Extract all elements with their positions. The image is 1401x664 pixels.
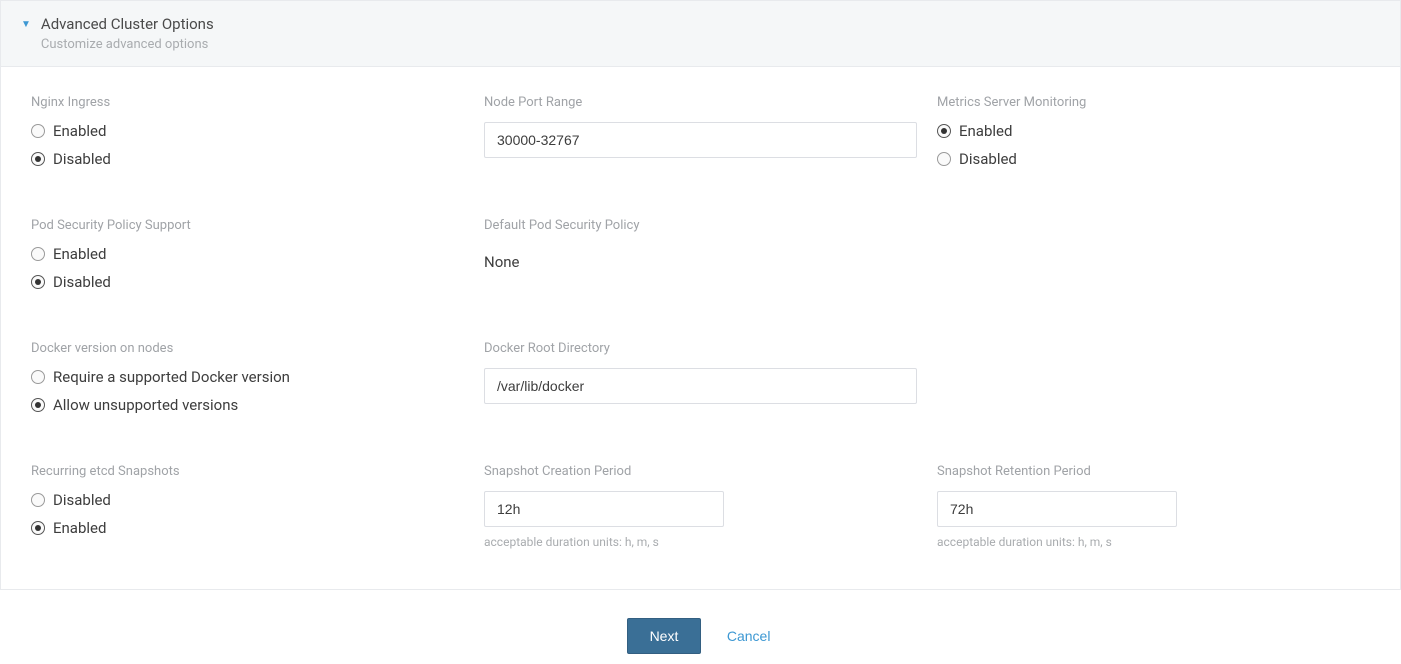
snapshot-retention-input[interactable] <box>937 491 1177 527</box>
metrics-server-enabled-radio[interactable]: Enabled <box>937 122 1370 140</box>
advanced-cluster-panel: ▼ Advanced Cluster Options Customize adv… <box>0 0 1401 590</box>
psp-enabled-radio[interactable]: Enabled <box>31 245 464 263</box>
radio-label: Enabled <box>53 519 106 537</box>
docker-require-radio[interactable]: Require a supported Docker version <box>31 368 464 386</box>
panel-subtitle: Customize advanced options <box>41 37 214 52</box>
psp-support-label: Pod Security Policy Support <box>31 218 464 233</box>
radio-icon <box>31 247 45 261</box>
footer-actions: Next Cancel <box>0 590 1401 664</box>
radio-icon <box>937 152 951 166</box>
node-port-range-input[interactable] <box>484 122 917 158</box>
next-button[interactable]: Next <box>627 618 702 654</box>
metrics-server-disabled-radio[interactable]: Disabled <box>937 150 1370 168</box>
radio-label: Enabled <box>53 245 106 263</box>
default-psp-select[interactable]: None <box>484 245 917 279</box>
radio-icon <box>31 521 45 535</box>
docker-version-field: Docker version on nodes Require a suppor… <box>31 341 464 424</box>
snapshot-creation-label: Snapshot Creation Period <box>484 464 917 479</box>
snapshot-creation-input[interactable] <box>484 491 724 527</box>
cancel-button[interactable]: Cancel <box>723 619 775 653</box>
snapshot-retention-field: Snapshot Retention Period acceptable dur… <box>937 464 1370 549</box>
radio-label: Disabled <box>53 150 111 168</box>
radio-label: Disabled <box>53 273 111 291</box>
etcd-snapshots-label: Recurring etcd Snapshots <box>31 464 464 479</box>
docker-allow-radio[interactable]: Allow unsupported versions <box>31 396 464 414</box>
radio-label: Enabled <box>959 122 1012 140</box>
nginx-ingress-label: Nginx Ingress <box>31 95 464 110</box>
nginx-ingress-field: Nginx Ingress Enabled Disabled <box>31 95 464 178</box>
etcd-disabled-radio[interactable]: Disabled <box>31 491 464 509</box>
snapshot-creation-field: Snapshot Creation Period acceptable dura… <box>484 464 917 549</box>
docker-root-input[interactable] <box>484 368 917 404</box>
radio-icon <box>31 398 45 412</box>
metrics-server-field: Metrics Server Monitoring Enabled Disabl… <box>937 95 1370 178</box>
psp-support-field: Pod Security Policy Support Enabled Disa… <box>31 218 464 301</box>
radio-label: Enabled <box>53 122 106 140</box>
node-port-range-label: Node Port Range <box>484 95 917 110</box>
radio-icon <box>31 493 45 507</box>
etcd-snapshots-field: Recurring etcd Snapshots Disabled Enable… <box>31 464 464 549</box>
snapshot-retention-hint: acceptable duration units: h, m, s <box>937 535 1370 549</box>
nginx-ingress-disabled-radio[interactable]: Disabled <box>31 150 464 168</box>
radio-label: Allow unsupported versions <box>53 396 238 414</box>
docker-root-label: Docker Root Directory <box>484 341 917 356</box>
radio-label: Require a supported Docker version <box>53 368 290 386</box>
metrics-server-label: Metrics Server Monitoring <box>937 95 1370 110</box>
panel-body: Nginx Ingress Enabled Disabled Node Port… <box>1 67 1400 589</box>
radio-icon <box>31 152 45 166</box>
radio-icon <box>937 124 951 138</box>
panel-header[interactable]: ▼ Advanced Cluster Options Customize adv… <box>1 1 1400 67</box>
nginx-ingress-enabled-radio[interactable]: Enabled <box>31 122 464 140</box>
snapshot-creation-hint: acceptable duration units: h, m, s <box>484 535 917 549</box>
panel-title: Advanced Cluster Options <box>41 15 214 33</box>
radio-icon <box>31 124 45 138</box>
docker-root-field: Docker Root Directory <box>484 341 917 424</box>
radio-icon <box>31 275 45 289</box>
etcd-enabled-radio[interactable]: Enabled <box>31 519 464 537</box>
collapse-icon: ▼ <box>21 19 31 30</box>
psp-disabled-radio[interactable]: Disabled <box>31 273 464 291</box>
snapshot-retention-label: Snapshot Retention Period <box>937 464 1370 479</box>
docker-version-label: Docker version on nodes <box>31 341 464 356</box>
default-psp-field: Default Pod Security Policy None <box>484 218 917 301</box>
node-port-range-field: Node Port Range <box>484 95 917 178</box>
default-psp-label: Default Pod Security Policy <box>484 218 917 233</box>
radio-label: Disabled <box>53 491 111 509</box>
radio-icon <box>31 370 45 384</box>
radio-label: Disabled <box>959 150 1017 168</box>
